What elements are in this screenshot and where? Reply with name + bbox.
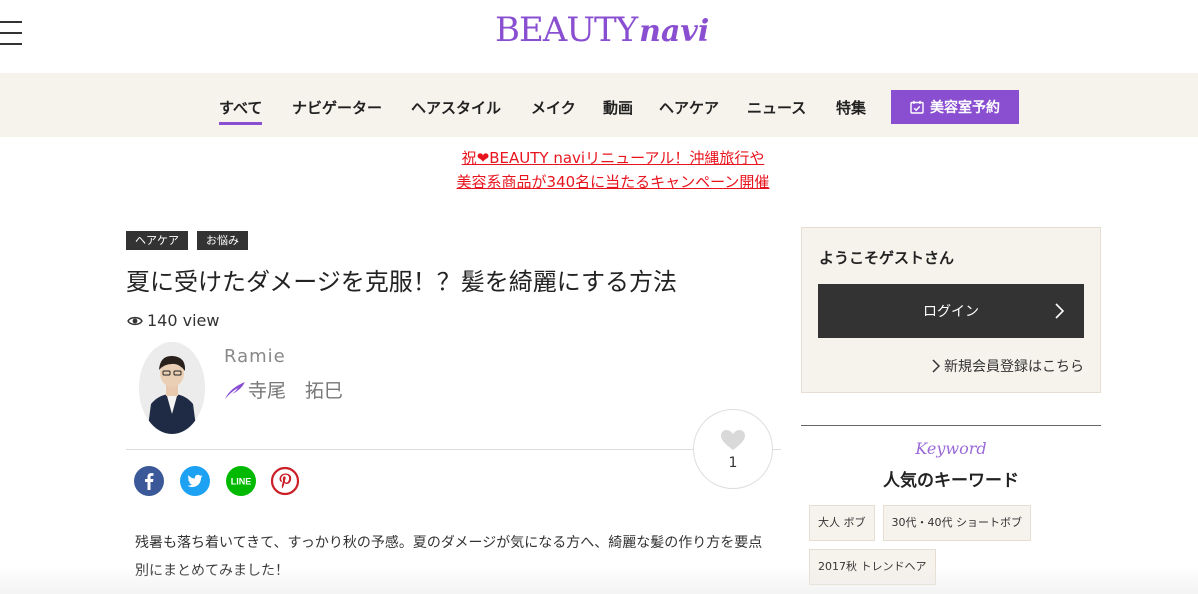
register-link[interactable]: 新規会員登録はこちら: [932, 356, 1084, 376]
nav-item-haircare[interactable]: ヘアケア: [659, 97, 719, 118]
author-name-jp[interactable]: 寺尾 拓巳: [224, 376, 343, 403]
share-pinterest-button[interactable]: [270, 466, 300, 496]
nav-item-news[interactable]: ニュース: [747, 97, 806, 118]
salon-reserve-button[interactable]: 美容室予約: [891, 90, 1019, 124]
share-line-button[interactable]: LINE: [226, 466, 256, 496]
keyword-chip[interactable]: 30代・40代 ショートボブ: [882, 505, 1031, 541]
keyword-divider: [801, 425, 1101, 426]
logo-sub-text: navi: [639, 14, 710, 49]
eye-icon: [127, 316, 143, 325]
author-avatar-image: [139, 342, 205, 434]
author-name-jp-text: 寺尾 拓巳: [248, 380, 344, 402]
share-facebook-button[interactable]: [134, 466, 164, 496]
author-name-en[interactable]: Ramie: [224, 346, 286, 367]
keyword-script-heading: Keyword: [915, 439, 987, 458]
welcome-title: ようこそゲストさん: [819, 249, 955, 267]
article-divider: [126, 449, 781, 450]
svg-text:LINE: LINE: [231, 477, 252, 487]
campaign-link-line2[interactable]: 美容系商品が340名に当たるキャンペーン開催: [0, 170, 1198, 194]
site-header: BEAUTYnavi: [0, 0, 1198, 73]
twitter-icon: [187, 474, 203, 488]
campaign-banner: 祝❤BEAUTY naviリニューアル！沖縄旅行や 美容系商品が340名に当たる…: [0, 146, 1198, 194]
register-link-label: 新規会員登録はこちら: [944, 359, 1084, 375]
keyword-chip[interactable]: 大人 ボブ: [809, 505, 875, 541]
chevron-right-icon: [1055, 303, 1064, 319]
line-icon: LINE: [231, 477, 252, 487]
main-nav: すべて ナビゲーター ヘアスタイル メイク 動画 ヘアケア ニュース 特集 美容…: [0, 73, 1198, 137]
heart-icon: [721, 430, 745, 450]
site-logo[interactable]: BEAUTYnavi: [495, 10, 709, 54]
nav-item-makeup[interactable]: メイク: [531, 97, 576, 118]
salon-reserve-label: 美容室予約: [930, 100, 1000, 116]
nav-item-all[interactable]: すべて: [219, 97, 263, 125]
keyword-title: 人気のキーワード: [883, 471, 1019, 491]
tag-haircare[interactable]: ヘアケア: [126, 231, 188, 250]
share-twitter-button[interactable]: [180, 466, 210, 496]
logo-main-text: BEAUTY: [495, 10, 638, 50]
menu-icon[interactable]: [0, 20, 22, 46]
pinterest-icon: [270, 466, 300, 496]
author-avatar[interactable]: [139, 342, 205, 434]
campaign-link-line1[interactable]: 祝❤BEAUTY naviリニューアル！沖縄旅行や: [0, 146, 1198, 170]
tag-trouble[interactable]: お悩み: [197, 231, 248, 250]
calendar-check-icon: [910, 100, 924, 114]
view-count: 140 view: [127, 311, 219, 330]
chevron-right-icon: [932, 359, 940, 373]
article-tags: ヘアケア お悩み: [126, 231, 248, 250]
feather-icon: [225, 381, 245, 399]
article-title: 夏に受けたダメージを克服！？髪を綺麗にする方法: [126, 268, 678, 296]
login-button-label: ログイン: [923, 304, 979, 320]
like-button[interactable]: 1: [693, 409, 773, 489]
nav-item-hairstyle[interactable]: ヘアスタイル: [411, 97, 501, 118]
view-count-text: 140 view: [147, 311, 220, 330]
like-count: 1: [728, 455, 738, 471]
nav-item-video[interactable]: 動画: [603, 97, 633, 118]
welcome-box: ようこそゲストさん ログイン 新規会員登録はこちら: [801, 227, 1101, 393]
bottom-fade: [0, 566, 1198, 594]
facebook-icon: [145, 473, 154, 490]
nav-item-feature[interactable]: 特集: [836, 97, 866, 118]
login-button[interactable]: ログイン: [818, 284, 1084, 338]
nav-item-navigator[interactable]: ナビゲーター: [292, 97, 382, 118]
